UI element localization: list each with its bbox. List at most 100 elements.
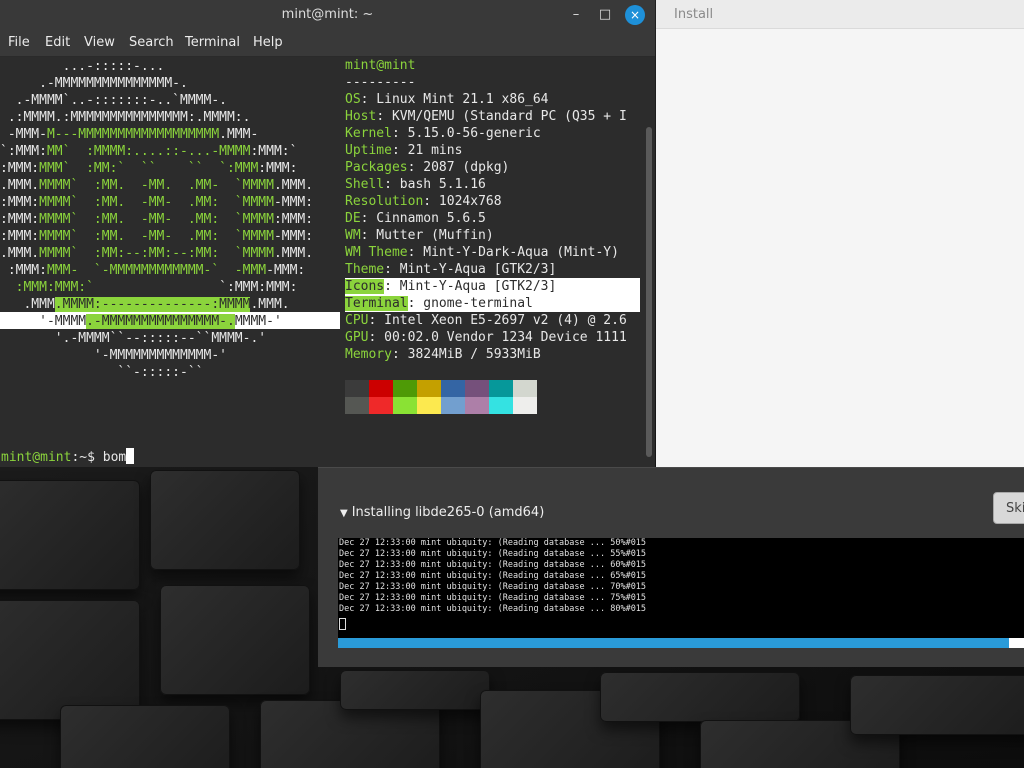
color-swatch [441,380,465,397]
logo-line: :MMM:MMMM` :MM. -MM- .MM: `MMMM-MMM: [0,229,314,244]
terminal-output[interactable]: ...-:::::-... .-MMMMMMMMMMMMMMM-. .-MMMM… [0,57,644,467]
terminal-menubar: File Edit View Search Terminal Help [0,30,655,57]
color-swatch [369,397,393,414]
bg-tile [0,480,140,590]
bg-tile [850,675,1024,735]
menu-search[interactable]: Search [129,35,174,50]
info-key: Terminal [345,296,408,311]
installer-title: Install [674,7,714,22]
install-progress-panel: ▼ Installing libde265-0 (amd64) Ski Dec 2… [318,467,1024,667]
terminal-title: mint@mint: ~ [281,7,374,22]
info-value: : 3824MiB / 5933MiB [391,347,541,362]
installer-window: Install [656,0,1024,468]
info-row: Resolution: 1024x768 [345,193,502,210]
info-row: Shell: bash 5.1.16 [345,176,486,193]
color-swatch [465,380,489,397]
info-value: : Mint-Y-Aqua [GTK2/3] [384,262,557,277]
info-value: : Cinnamon 5.6.5 [360,211,486,226]
logo-line: `:MMM:MM` :MMMM:....::-...-MMMM:MMM:` [0,144,298,159]
scrollbar-thumb[interactable] [646,127,652,457]
color-swatch [393,397,417,414]
color-swatch [369,380,393,397]
color-swatch [417,380,441,397]
info-key: Packages [345,160,408,175]
log-line: Dec 27 12:33:00 mint ubiquity: (Reading … [339,593,647,603]
logo-line: ...-:::::-... [0,59,165,74]
color-swatch [489,397,513,414]
info-value: : 21 mins [391,143,463,158]
close-icon[interactable]: × [625,5,645,25]
info-row: Host: KVM/QEMU (Standard PC (Q35 + I [345,108,627,125]
bg-tile [160,585,310,695]
bg-tile [0,600,140,720]
log-line: Dec 27 12:33:00 mint ubiquity: (Reading … [339,560,647,570]
menu-file[interactable]: File [8,35,30,50]
info-value: : Mutter (Muffin) [360,228,494,243]
info-key: GPU [345,330,369,345]
info-key: Shell [345,177,385,192]
logo-line: .:MMMM.:MMMMMMMMMMMMMMM:.MMMM:. [0,110,251,125]
skip-button[interactable]: Ski [993,492,1024,524]
logo-line: .MMM.MMMM:--------------:MMMM.MMM. [0,297,290,312]
prompt-user: mint@mint [1,450,72,465]
install-progress-bar [338,638,1024,648]
info-row: Kernel: 5.15.0-56-generic [345,125,541,142]
color-swatch [345,380,369,397]
info-row: Packages: 2087 (dpkg) [345,159,509,176]
log-cursor [339,618,346,630]
info-value: : 00:02.0 Vendor 1234 Device 1111 [368,330,627,345]
color-swatch [465,397,489,414]
color-swatch [513,380,537,397]
info-row: Terminal: gnome-terminal [345,295,533,312]
logo-line: :MMM:MMMM` :MM. -MM- .MM: `MMMM-MMM: [0,195,314,210]
log-line: Dec 27 12:33:00 mint ubiquity: (Reading … [339,538,647,548]
color-swatch [345,397,369,414]
maximize-icon[interactable]: □ [595,5,615,25]
info-row: Theme: Mint-Y-Aqua [GTK2/3] [345,261,556,278]
logo-line: '-MMMM.-MMMMMMMMMMMMMMM-.MMMM-' [0,314,282,329]
logo-line: .MMM.MMMM` :MM:--:MM:--:MM: `MMMM.MMM. [0,246,314,261]
bg-tile [600,672,800,722]
info-row: WM: Mutter (Muffin) [345,227,494,244]
logo-line: -MMM-M---MMMMMMMMMMMMMMMMMM.MMM- [0,127,259,142]
install-status-label: Installing libde265-0 (amd64) [351,505,545,520]
info-value: : KVM/QEMU (Standard PC (Q35 + I [376,109,627,124]
shell-prompt[interactable]: mint@mint:~$ bom [1,448,135,466]
info-key: Theme [345,262,385,277]
info-value: : Intel Xeon E5-2697 v2 (4) @ 2.6 [368,313,627,328]
progress-fill [338,638,1009,648]
logo-line: '-MMMMMMMMMMMMM-' [0,348,227,363]
logo-line: :MMM:MMM- `-MMMMMMMMMMMM-` -MMM-MMM: [0,263,306,278]
info-row: CPU: Intel Xeon E5-2697 v2 (4) @ 2.6 [345,312,627,329]
info-row: Uptime: 21 mins [345,142,462,159]
menu-help[interactable]: Help [253,35,283,50]
info-separator: --------- [345,75,416,90]
log-line: Dec 27 12:33:00 mint ubiquity: (Reading … [339,604,647,614]
install-log: Dec 27 12:33:00 mint ubiquity: (Reading … [338,538,1024,646]
info-key: Memory [345,347,392,362]
terminal-scrollbar[interactable] [644,57,655,467]
install-details-expander[interactable]: ▼ Installing libde265-0 (amd64) [340,505,544,520]
info-row: GPU: 00:02.0 Vendor 1234 Device 1111 [345,329,627,346]
logo-line: :MMM:MMM:` `:MMM:MMM: [15,280,298,295]
color-swatch [417,397,441,414]
info-row: Memory: 3824MiB / 5933MiB [345,346,541,363]
info-key: CPU [345,313,369,328]
info-key: Resolution [345,194,424,209]
menu-view[interactable]: View [84,35,115,50]
info-value: : 1024x768 [423,194,502,209]
menu-terminal[interactable]: Terminal [185,35,240,50]
info-value: : 2087 (dpkg) [407,160,510,175]
menu-edit[interactable]: Edit [45,35,70,50]
text-cursor [126,448,135,464]
expander-arrow-icon: ▼ [340,508,348,519]
logo-line: .MMM.MMMM` :MM. -MM. .MM- `MMMM.MMM. [0,178,314,193]
info-key: OS [345,92,361,107]
logo-line: ``-:::::-`` [0,365,204,380]
color-swatch [393,380,417,397]
info-key: Icons [345,279,385,294]
minimize-icon[interactable]: – [566,5,586,25]
info-value: : bash 5.1.16 [384,177,486,192]
info-key: Host [345,109,377,124]
info-value: : gnome-terminal [407,296,533,311]
